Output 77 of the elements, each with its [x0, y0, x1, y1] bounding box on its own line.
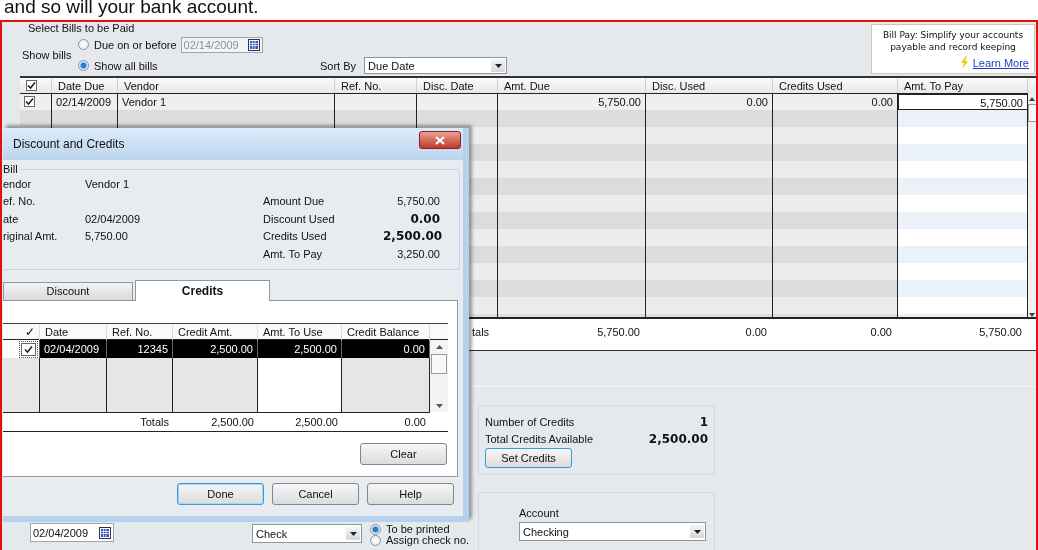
field-label: riginal Amt.: [3, 230, 59, 243]
scrollbar[interactable]: [430, 340, 448, 412]
up-arrow-icon: [435, 345, 443, 349]
total-value: 5,750.00: [596, 325, 641, 340]
total-value: 2,500.00: [210, 415, 255, 430]
payment-method-dropdown[interactable]: Check: [252, 524, 362, 543]
total-value: 5,750.00: [978, 325, 1023, 340]
radio-label: Due on or before: [94, 38, 177, 51]
field-label: ef. No.: [3, 195, 37, 208]
down-arrow-icon: [435, 404, 443, 408]
table-row[interactable]: 02/04/2009 12345 2,500.00 2,500.00 0.00: [3, 340, 430, 358]
field-label: endor: [3, 177, 33, 190]
summary-value: 3,250.00: [396, 247, 440, 260]
radio-label: Show all bills: [94, 59, 158, 72]
summary-label: Amt. To Pay: [263, 247, 324, 260]
group-label: Select Bills to be Paid: [28, 22, 136, 34]
summary-label: Number of Credits: [485, 415, 575, 428]
lightning-icon: [959, 56, 969, 69]
field-value: 5,750.00: [85, 230, 129, 243]
total-value: 0.00: [744, 325, 768, 340]
heading-text: and so will your bank account.: [3, 0, 260, 19]
amount-field[interactable]: 5,750.00: [898, 94, 1028, 110]
scroll-thumb[interactable]: [1027, 104, 1036, 122]
totals-label: Totals: [139, 415, 170, 430]
up-arrow-icon: [1029, 97, 1035, 101]
summary-value: 2,500.00: [648, 431, 708, 446]
promo-text: Bill Pay: Simplify your accounts payable and record keeping: [881, 29, 1025, 53]
total-value: 0.00: [869, 325, 893, 340]
radio-button[interactable]: [370, 535, 381, 546]
summary-label: Total Credits Available: [485, 432, 594, 445]
summary-label: Amount Due: [263, 195, 326, 208]
checkbox[interactable]: [24, 96, 35, 107]
radio-button[interactable]: [78, 39, 89, 50]
account-dropdown[interactable]: Checking: [519, 522, 706, 541]
tab[interactable]: Credits: [135, 280, 270, 301]
radio-label: Assign check no.: [386, 535, 470, 546]
totals-label: tals: [472, 326, 490, 338]
checkbox[interactable]: [26, 80, 37, 91]
field-label: ate: [3, 212, 20, 225]
dialog-button[interactable]: Help: [367, 483, 454, 505]
summary-value: 1: [699, 414, 708, 429]
summary-value: 0.00: [409, 211, 440, 226]
radio-label: To be printed: [386, 524, 450, 535]
dialog-button[interactable]: Done: [177, 483, 264, 505]
calendar-icon: [99, 526, 111, 539]
field-label: Show bills: [22, 49, 73, 61]
date-field[interactable]: 02/04/2009: [30, 523, 114, 542]
tab[interactable]: Discount: [3, 282, 133, 300]
sort-dropdown[interactable]: Due Date: [364, 57, 508, 74]
learn-more-link[interactable]: Learn More: [972, 56, 1029, 69]
dialog-button[interactable]: Cancel: [272, 483, 359, 505]
field-value: Vendor 1: [85, 177, 131, 190]
field-label: Account: [519, 507, 560, 520]
close-button[interactable]: [419, 131, 461, 149]
total-value: 0.00: [403, 415, 427, 430]
checkbox[interactable]: [21, 342, 36, 356]
summary-value: 2,500.00: [383, 229, 440, 244]
close-icon: [435, 135, 445, 145]
clear-button[interactable]: Clear: [360, 443, 447, 465]
group-label: Bill: [3, 163, 19, 175]
set-credits-button[interactable]: Set Credits: [485, 448, 572, 468]
dialog-title: Discount and Credits: [13, 137, 125, 151]
scroll-thumb[interactable]: [431, 354, 447, 374]
down-arrow-icon: [1029, 313, 1035, 317]
calendar-icon: [247, 38, 260, 51]
scrollbar[interactable]: [1028, 93, 1036, 317]
field-value: 02/04/2009: [85, 212, 142, 225]
summary-label: Discount Used: [263, 212, 336, 225]
summary-label: Credits Used: [263, 230, 328, 243]
field-label: Sort By: [320, 59, 357, 72]
caret-icon: [693, 529, 701, 534]
radio-button[interactable]: [78, 60, 89, 71]
total-value: 2,500.00: [294, 415, 339, 430]
summary-value: 5,750.00: [396, 195, 440, 208]
radio-button[interactable]: [370, 524, 381, 535]
caret-icon: [349, 531, 357, 536]
caret-icon: [494, 63, 502, 68]
